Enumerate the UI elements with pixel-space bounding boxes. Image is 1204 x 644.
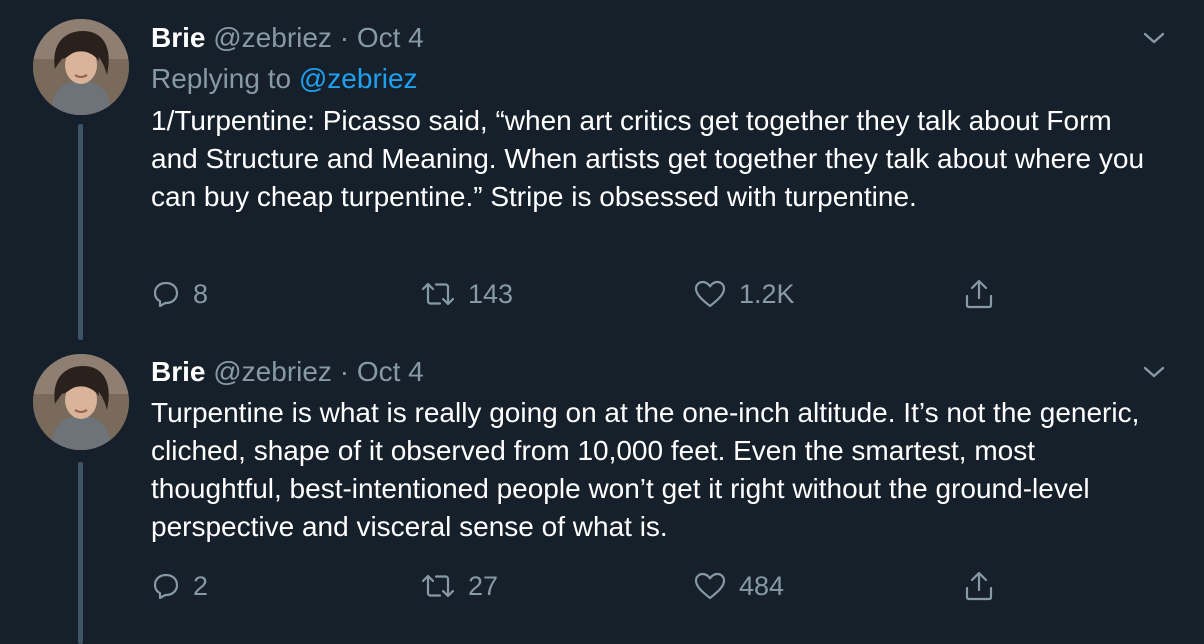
reply-button[interactable]: 2	[151, 566, 208, 606]
heart-icon	[694, 280, 726, 308]
replying-to-link[interactable]: @zebriez	[299, 63, 418, 94]
tweet-text: Turpentine is what is really going on at…	[151, 397, 1140, 542]
more-options-button[interactable]	[1140, 24, 1168, 52]
header-separator: ·	[339, 22, 350, 53]
reply-count: 2	[193, 570, 209, 601]
thread-line	[78, 462, 83, 644]
tweet-date[interactable]: Oct 4	[357, 356, 424, 387]
tweet-header: Brie @zebriez · Oct 4	[151, 354, 424, 390]
reply-icon	[153, 281, 179, 308]
like-button[interactable]: 484	[693, 566, 784, 606]
reply-count: 8	[193, 278, 209, 309]
like-button[interactable]: 1.2K	[693, 274, 795, 314]
author-name[interactable]: Brie	[151, 22, 205, 53]
tweet-text: 1/Turpentine: Picasso said, “when art cr…	[151, 105, 1145, 212]
more-options-button[interactable]	[1140, 358, 1168, 386]
avatar-image	[33, 354, 129, 450]
retweet-icon	[421, 574, 455, 598]
avatar-image	[33, 19, 129, 115]
author-handle[interactable]: @zebriez	[213, 356, 332, 387]
header-separator: ·	[339, 356, 350, 387]
replying-to: Replying to @zebriez	[151, 60, 418, 98]
reply-button[interactable]: 8	[151, 274, 208, 314]
share-icon	[965, 571, 993, 601]
tweet-date[interactable]: Oct 4	[357, 22, 424, 53]
tweet[interactable]: Brie @zebriez · Oct 4 Replying to @zebri…	[0, 0, 1204, 340]
retweet-count: 27	[468, 570, 499, 601]
retweet-icon	[421, 282, 455, 306]
tweet[interactable]: Brie @zebriez · Oct 4 Turpentine is what…	[0, 340, 1204, 644]
author-handle[interactable]: @zebriez	[213, 22, 332, 53]
tweet-header: Brie @zebriez · Oct 4	[151, 20, 424, 56]
retweet-count: 143	[468, 278, 514, 309]
tweet-actions: 8 143 1.2K	[0, 274, 1204, 314]
heart-icon	[694, 572, 726, 600]
share-icon	[965, 279, 993, 309]
chevron-down-icon	[1143, 366, 1165, 378]
chevron-down-icon	[1143, 32, 1165, 44]
reply-icon	[153, 573, 179, 600]
tweet-actions: 2 27 484	[0, 566, 1204, 606]
author-name[interactable]: Brie	[151, 356, 205, 387]
replying-prefix: Replying to	[151, 63, 292, 94]
avatar[interactable]	[33, 19, 129, 115]
avatar[interactable]	[33, 354, 129, 450]
share-button[interactable]	[962, 566, 996, 606]
like-count: 484	[739, 570, 785, 601]
like-count: 1.2K	[739, 278, 795, 309]
share-button[interactable]	[962, 274, 996, 314]
retweet-button[interactable]: 27	[420, 566, 498, 606]
retweet-button[interactable]: 143	[420, 274, 513, 314]
